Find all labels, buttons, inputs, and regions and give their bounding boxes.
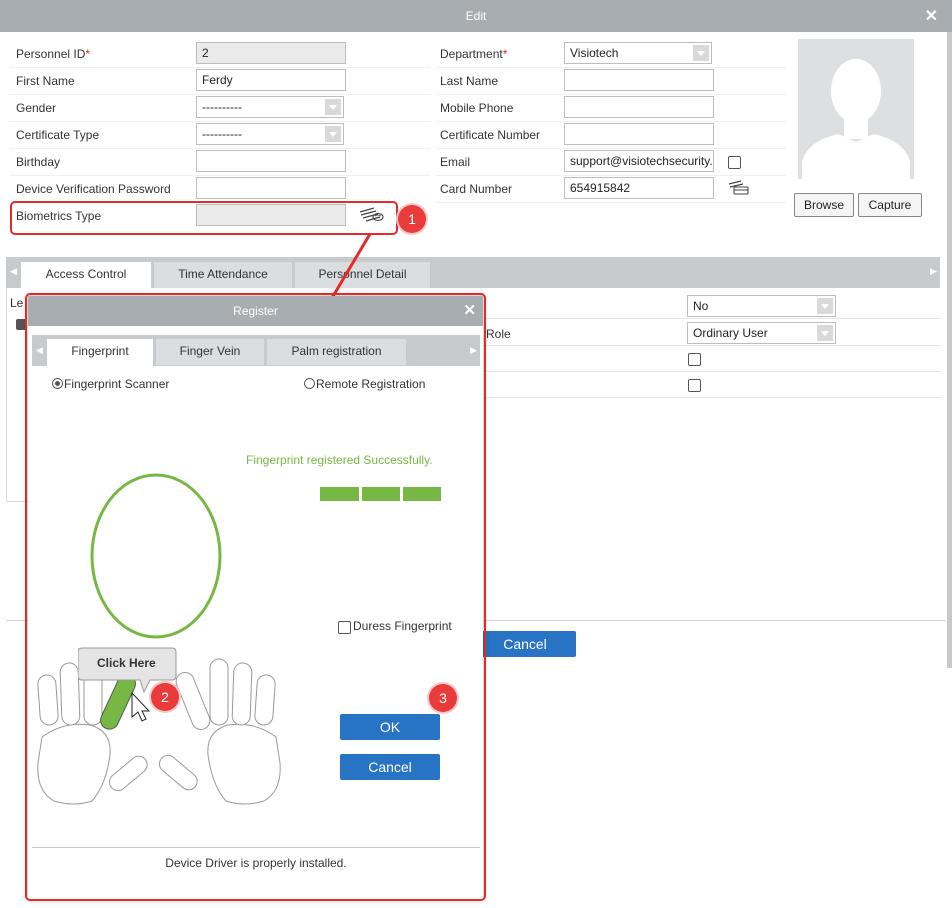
annotation-badge-3: 3 [429, 684, 457, 712]
annotation-box-dialog [25, 293, 486, 901]
annotation-badge-2: 2 [151, 683, 179, 711]
